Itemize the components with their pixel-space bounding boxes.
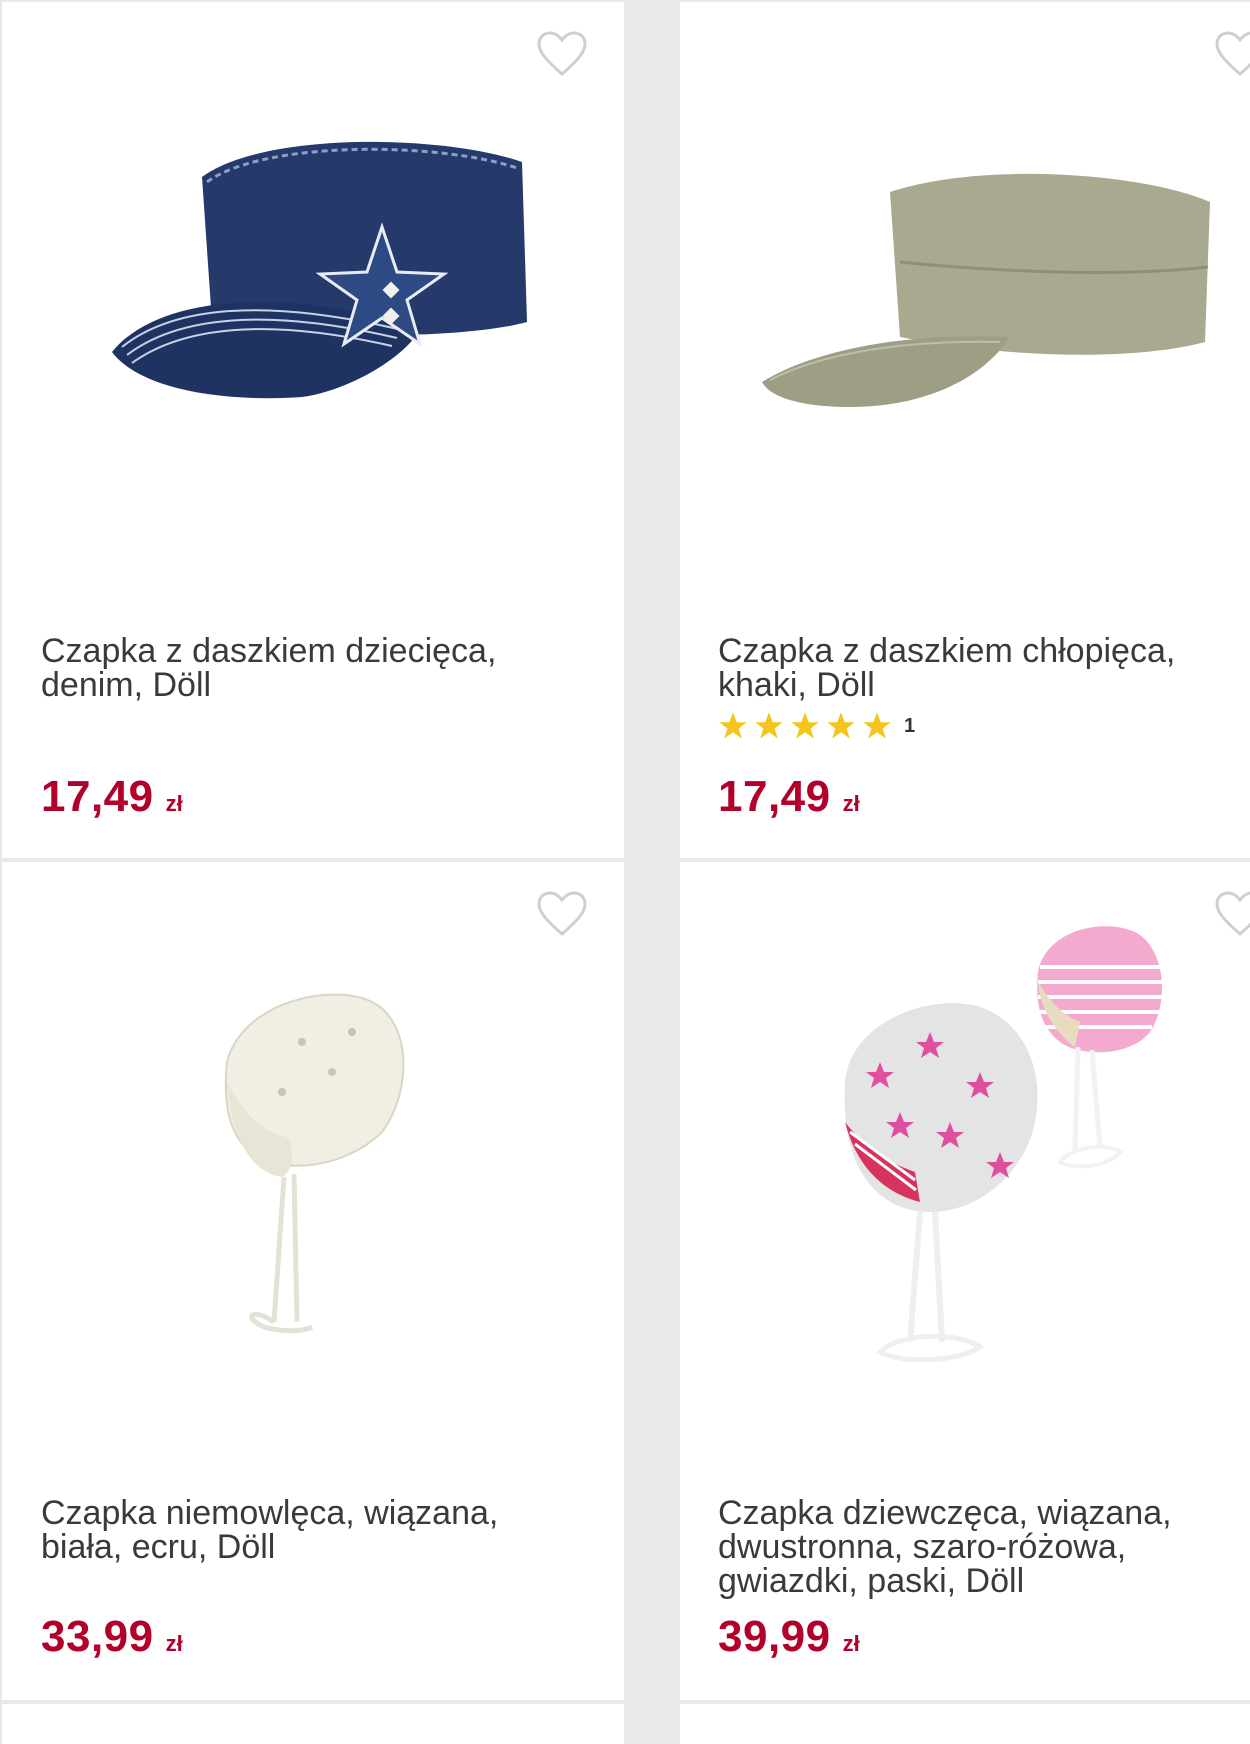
price-value: 17,49 — [41, 772, 154, 821]
product-image[interactable] — [2, 922, 624, 1442]
price-currency: zł — [842, 1631, 860, 1656]
product-card[interactable] — [2, 1704, 624, 1744]
price-value: 17,49 — [718, 772, 831, 821]
product-card[interactable] — [680, 1704, 1250, 1744]
product-image[interactable] — [680, 922, 1250, 1442]
product-title[interactable]: Czapka dziewczęca, wiązana, dwustronna, … — [718, 1496, 1238, 1598]
price-currency: zł — [842, 791, 860, 816]
product-title[interactable]: Czapka z daszkiem dziecięca, denim, Döll — [41, 634, 561, 702]
rating-count: 1 — [904, 714, 916, 737]
product-price: 17,49 zł — [41, 772, 183, 822]
product-price: 39,99 zł — [718, 1612, 860, 1662]
product-image[interactable] — [2, 62, 624, 582]
product-price: 17,49 zł — [718, 772, 860, 822]
star-icon — [755, 712, 783, 739]
product-card[interactable]: Czapka z daszkiem dziecięca, denim, Döll… — [2, 2, 624, 858]
star-icon — [863, 712, 891, 739]
product-image[interactable] — [680, 62, 1250, 582]
price-value: 39,99 — [718, 1612, 831, 1661]
product-title[interactable]: Czapka niemowlęca, wiązana, biała, ecru,… — [41, 1496, 561, 1564]
product-title[interactable]: Czapka z daszkiem chłopięca, khaki, Döll — [718, 634, 1238, 702]
price-currency: zł — [165, 1631, 183, 1656]
price-currency: zł — [165, 791, 183, 816]
price-value: 33,99 — [41, 1612, 154, 1661]
product-card[interactable]: Czapka niemowlęca, wiązana, biała, ecru,… — [2, 862, 624, 1700]
product-card[interactable]: Czapka dziewczęca, wiązana, dwustronna, … — [680, 862, 1250, 1700]
product-price: 33,99 zł — [41, 1612, 183, 1662]
star-icon — [827, 712, 855, 739]
star-icon — [719, 712, 747, 739]
product-card[interactable]: Czapka z daszkiem chłopięca, khaki, Döll… — [680, 2, 1250, 858]
star-icon — [791, 712, 819, 739]
rating: 1 — [718, 711, 915, 741]
